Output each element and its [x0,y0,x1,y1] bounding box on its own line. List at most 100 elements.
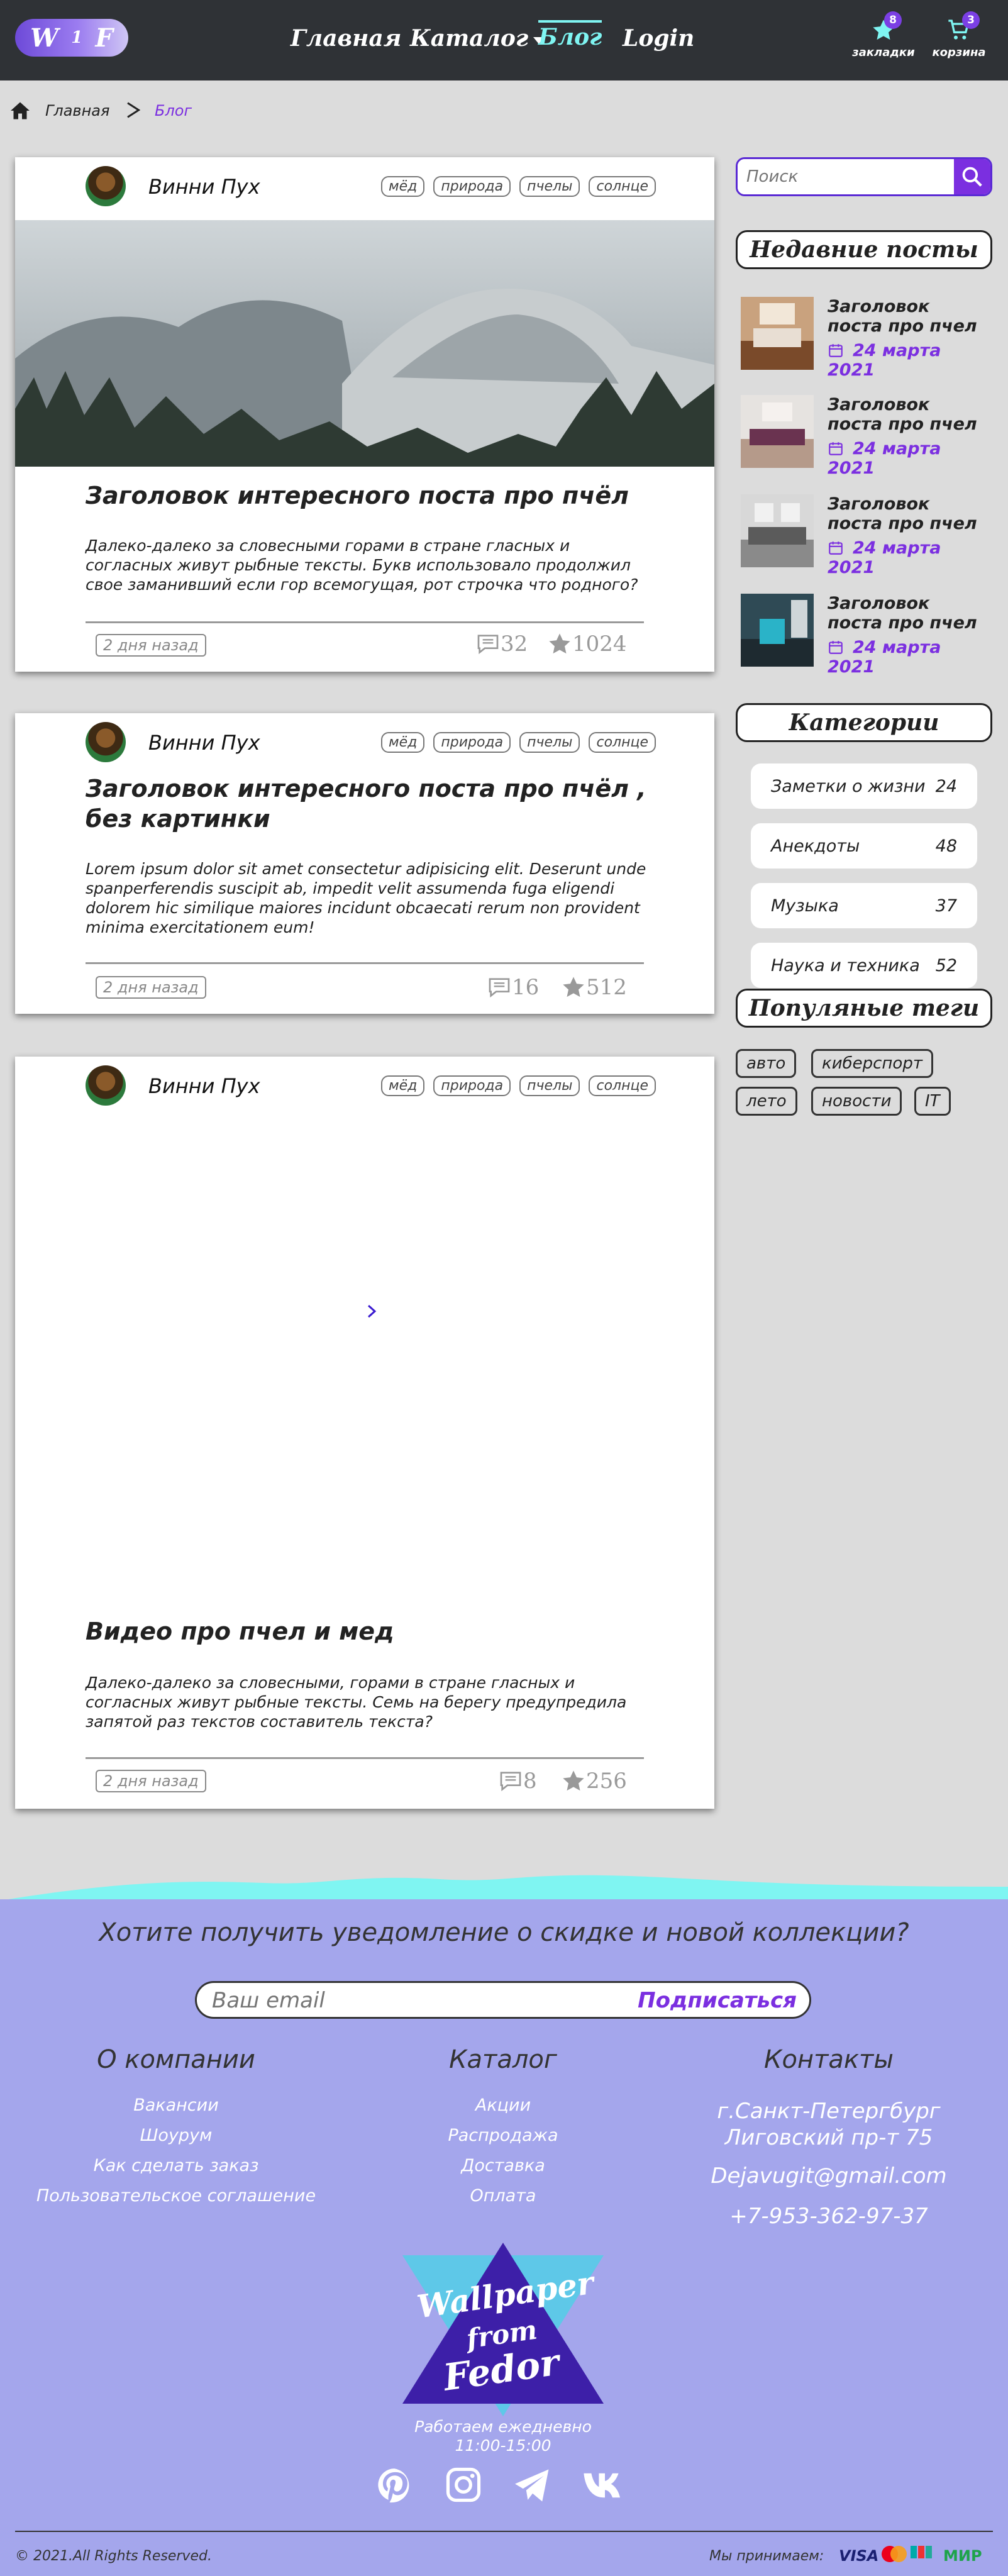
footer-logo[interactable]: Wallpaper from Fedor [402,2243,604,2416]
avatar[interactable] [86,166,126,206]
recent-post[interactable]: Заголовок поста про пчел 24 марта 2021 [741,594,992,677]
likes-count[interactable]: 1024 [547,631,627,657]
likes-count[interactable]: 256 [561,1768,627,1794]
footer-link[interactable]: Как сделать заказ [25,2156,327,2175]
avatar[interactable] [86,1065,126,1106]
category-item[interactable]: Заметки о жизни 24 [751,763,977,809]
post-tag[interactable]: пчелы [519,732,580,753]
popular-tags-heading: Популяные теги [736,989,992,1028]
category-item[interactable]: Наука и техника 52 [751,943,977,988]
post-tag[interactable]: солнце [589,732,656,753]
post-tags: мёд природа пчелы солнце [372,732,656,753]
recent-post[interactable]: Заголовок поста про пчел 24 марта 2021 [741,297,992,380]
post-tags: мёд природа пчелы солнце [372,176,656,197]
nav-catalog[interactable]: Каталог [410,25,545,52]
contact-email[interactable]: Dejavugit@gmail.com [678,2163,980,2189]
calendar-icon [829,442,843,455]
footer-divider [15,2531,993,2532]
footer-link[interactable]: Доставка [352,2156,654,2175]
instagram-icon[interactable] [444,2465,483,2504]
post-tag[interactable]: природа [433,1075,511,1096]
cart-button[interactable]: 3 корзина [924,11,994,59]
footer-link[interactable]: Оплата [352,2186,654,2206]
post-text: Lorem ipsum dolor sit amet consectetur a… [86,860,646,936]
category-item[interactable]: Анекдоты 48 [751,823,977,869]
footer-wave [0,1875,1008,1901]
divider [86,962,644,964]
post-card: Винни Пух мёд природа пчелы солнце Заголово… [15,157,714,672]
breadcrumb-current: Блог [155,102,192,119]
footer-link[interactable]: Распродажа [352,2126,654,2145]
contact-address: г.Санкт-Петергбург Лиговский пр-т 75 [717,2099,941,2150]
likes-value: 256 [586,1768,627,1794]
telegram-icon[interactable] [513,2468,552,2503]
popular-tag[interactable]: новости [811,1087,902,1116]
hours-value: 11:00-15:00 [455,2436,551,2455]
recent-post[interactable]: Заголовок поста про пчел 24 марта 2021 [741,494,992,577]
post-tag[interactable]: природа [433,732,511,753]
recent-posts-heading: Недавние посты [736,230,992,269]
post-author[interactable]: Винни Пух [148,731,260,755]
star-icon [549,633,570,654]
contacts-heading: Контакты [764,2045,894,2074]
nav-blog[interactable]: Блог [538,20,602,50]
recent-post[interactable]: Заголовок поста про пчел 24 марта 2021 [741,395,992,478]
comments-count[interactable]: 16 [487,975,539,1000]
recent-post-date: 24 марта 2021 [828,341,992,380]
play-icon[interactable] [365,1303,379,1319]
payment-label: Мы принимаем: [709,2548,824,2564]
footer-link[interactable]: Акции [352,2096,654,2115]
post-tag[interactable]: пчелы [519,176,580,197]
post-tag[interactable]: мёд [381,732,425,753]
logo-letter: F [95,23,113,53]
popular-tag[interactable]: киберспорт [811,1049,933,1078]
post-tag[interactable]: солнце [589,1075,656,1096]
contact-phone[interactable]: +7-953-362-97-37 [678,2204,980,2229]
likes-count[interactable]: 512 [561,975,627,1000]
subscribe-button[interactable]: Подписаться [638,1988,797,2013]
post-title[interactable]: Видео про пчел и мед [86,1616,651,1646]
post-tag[interactable]: мёд [381,1075,425,1096]
comments-count[interactable]: 8 [498,1768,537,1794]
nav-login[interactable]: Login [623,25,694,52]
popular-tag[interactable]: лето [736,1087,797,1116]
site-logo[interactable]: W 1 F [15,19,128,57]
popular-tag[interactable]: авто [736,1049,797,1078]
post-tag[interactable]: природа [433,176,511,197]
post-tag[interactable]: солнце [589,176,656,197]
footer-link[interactable]: Шоурум [25,2126,327,2145]
comments-count[interactable]: 32 [475,631,528,657]
post-tags: мёд природа пчелы солнце [372,1075,656,1096]
vk-icon[interactable] [582,2470,628,2501]
catalog-heading: Каталог [449,2045,557,2074]
hours-label: Работаем ежедневно [414,2418,592,2436]
post-tag[interactable]: мёд [381,176,425,197]
category-item[interactable]: Музыка 37 [751,883,977,928]
video-player[interactable] [86,1126,644,1503]
post-tag[interactable]: пчелы [519,1075,580,1096]
search-button[interactable] [954,159,990,194]
footer-link[interactable]: Вакансии [25,2096,327,2115]
breadcrumb-home[interactable]: Главная [45,102,109,119]
bookmarks-button[interactable]: 8 закладки [849,11,918,59]
email-field[interactable] [212,1987,614,2014]
pinterest-icon[interactable] [375,2465,414,2504]
recent-post-title: Заголовок поста про пчел [828,395,977,434]
post-author[interactable]: Винни Пух [148,175,260,199]
search-input[interactable] [738,159,951,194]
post-date: 2 дня назад [96,976,206,999]
cart-label: корзина [932,46,986,59]
categories-heading: Категории [736,703,992,742]
calendar-icon [829,641,843,654]
site-footer: Хотите получить уведомление о скидке и н… [0,1899,1008,2576]
footer-link[interactable]: Пользовательское соглашение [25,2186,327,2206]
home-icon[interactable] [9,99,31,122]
recent-post-date: 24 марта 2021 [828,538,992,577]
avatar[interactable] [86,722,126,762]
popular-tag[interactable]: IT [914,1087,951,1116]
post-author[interactable]: Винни Пух [148,1074,260,1098]
post-title[interactable]: Заголовок интересного поста про пчёл , б… [86,774,651,834]
post-image[interactable] [15,220,714,467]
nav-main[interactable]: Главная [291,25,401,52]
post-title[interactable]: Заголовок интересного поста про пчёл [86,480,651,511]
